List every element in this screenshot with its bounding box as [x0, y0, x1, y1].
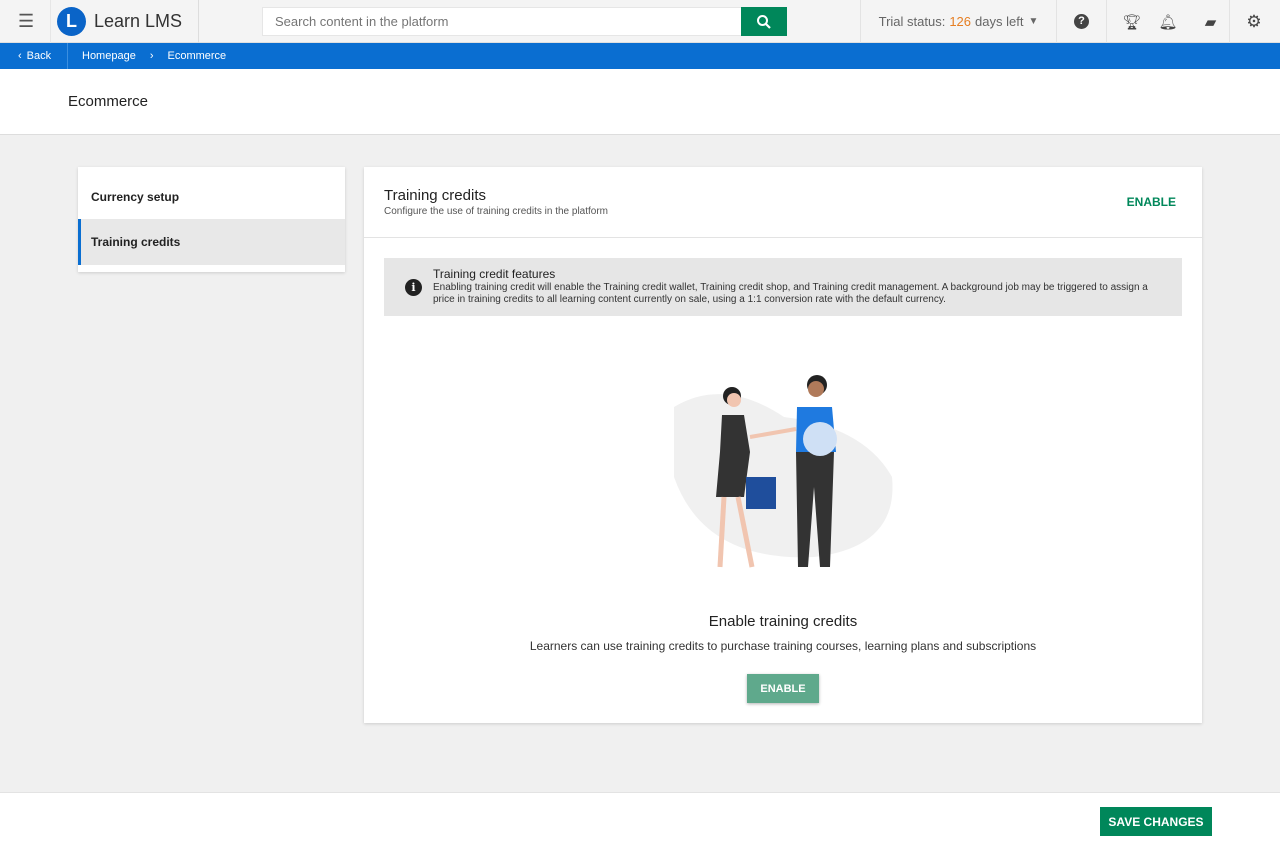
info-icon: i — [405, 279, 422, 296]
chevron-right-icon: › — [149, 50, 154, 62]
search-button[interactable] — [741, 7, 787, 36]
gear-icon[interactable]: ⚙ — [1240, 0, 1268, 43]
panel-subtitle: Configure the use of training credits in… — [384, 206, 609, 217]
enable-button[interactable]: ENABLE — [747, 674, 819, 703]
logo-mark: L — [57, 7, 86, 36]
info-banner: i Training credit features Enabling trai… — [384, 258, 1182, 316]
trial-suffix: days left — [975, 14, 1024, 29]
breadcrumb-ecommerce: Ecommerce — [167, 50, 227, 62]
handshake-illustration — [674, 375, 893, 568]
logo[interactable]: L Learn LMS — [50, 0, 199, 43]
search-icon — [757, 14, 771, 29]
empty-state-title: Enable training credits — [708, 613, 858, 630]
chat-icon[interactable]: ▰ — [1192, 0, 1230, 43]
search-input[interactable] — [262, 7, 742, 36]
enable-link[interactable]: ENABLE — [1127, 195, 1176, 209]
sidebar-item-currency-setup[interactable]: Currency setup — [78, 167, 345, 219]
chevron-left-icon: ‹ — [18, 50, 22, 62]
trial-status-dropdown[interactable]: Trial status: 126 days left ▼ — [860, 0, 1057, 43]
trial-days: 126 — [949, 14, 972, 29]
panel-header: Training credits Configure the use of tr… — [364, 167, 1202, 238]
trophy-icon[interactable]: 🏆︎ — [1120, 0, 1144, 43]
info-title: Training credit features — [433, 267, 556, 281]
back-button[interactable]: ‹ Back — [0, 43, 68, 69]
sidebar-item-training-credits[interactable]: Training credits — [78, 219, 345, 265]
app-name: Learn LMS — [94, 11, 183, 31]
breadcrumb-homepage[interactable]: Homepage — [82, 50, 136, 62]
menu-icon[interactable]: ☰ — [18, 12, 36, 30]
back-label: Back — [26, 50, 52, 62]
top-bar: ☰ L Learn LMS Trial status: 126 days lef… — [0, 0, 1280, 43]
save-changes-button[interactable]: SAVE CHANGES — [1100, 807, 1212, 836]
caret-down-icon: ▼ — [1028, 16, 1039, 27]
empty-state-text: Learners can use training credits to pur… — [529, 639, 1037, 653]
help-icon[interactable]: ? — [1057, 0, 1107, 43]
breadcrumb: ‹ Back Homepage › Ecommerce — [0, 43, 1280, 69]
page-header: Ecommerce — [0, 69, 1280, 135]
trial-label: Trial status: — [878, 14, 946, 29]
panel-title: Training credits — [384, 187, 486, 204]
training-credits-panel: Training credits Configure the use of tr… — [364, 167, 1202, 723]
info-text: Enabling training credit will enable the… — [433, 281, 1148, 306]
page-title: Ecommerce — [68, 93, 149, 110]
settings-sidebar: Currency setup Training credits — [78, 167, 345, 272]
footer-bar: SAVE CHANGES — [0, 792, 1280, 845]
bell-icon[interactable]: 🔔︎ — [1156, 0, 1180, 43]
